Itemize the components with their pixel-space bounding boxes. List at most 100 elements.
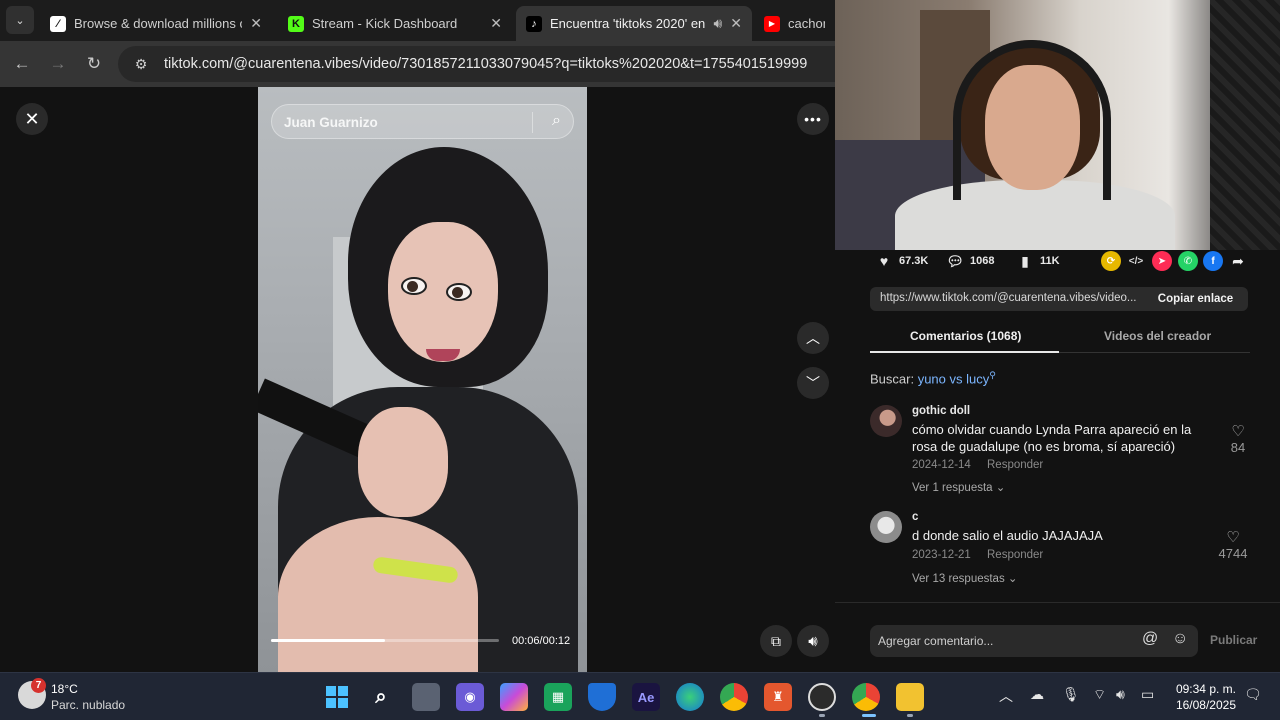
video-progress-fill (271, 639, 385, 642)
facebook-icon[interactable]: f (1203, 251, 1223, 271)
heart-outline-icon: ♡ (1231, 423, 1245, 440)
previous-video-button[interactable]: ︿ (797, 322, 829, 354)
tab-tiktok-search[interactable]: ♪ Encuentra 'tiktoks 2020' en 🔊︎ ✕ (516, 6, 752, 41)
whatsapp-icon[interactable]: ✆ (1178, 251, 1198, 271)
edge-icon[interactable] (676, 683, 704, 711)
battery-icon[interactable]: ▭ (1141, 686, 1154, 703)
defender-shield-icon[interactable] (588, 683, 616, 711)
save-stat[interactable]: ▮ 11K (1016, 252, 1059, 270)
like-stat[interactable]: ♥ 67.3K (875, 252, 929, 270)
comment-placeholder: Agregar comentario... (878, 634, 994, 648)
close-video-button[interactable]: ✕ (16, 103, 48, 135)
more-options-button[interactable]: ••• (797, 103, 829, 135)
search-button[interactable]: ⌕ (367, 683, 395, 711)
avatar[interactable] (870, 511, 902, 543)
comment-input[interactable]: Agregar comentario... @ ☺ (870, 625, 1198, 657)
tab-search-button[interactable]: ⌄ (6, 6, 34, 34)
chrome-profile-icon[interactable] (852, 683, 880, 711)
comment-author[interactable]: gothic doll (912, 405, 970, 417)
teams-icon[interactable]: ◉ (456, 683, 484, 711)
video-frame-eye (446, 283, 472, 301)
comment-author[interactable]: c (912, 511, 918, 523)
video-timecode: 00:06/00:12 (512, 635, 571, 647)
notification-icon[interactable]: 🗨︎ (1244, 686, 1262, 703)
webcam-overlay (835, 0, 1280, 250)
obs-icon[interactable] (808, 683, 836, 711)
video-player[interactable]: Juan Guarnizo ⌕ 00:06/00:12 (258, 87, 587, 672)
volume-button[interactable]: 🔊︎ (797, 625, 829, 657)
share-arrow-icon[interactable]: ➦ (1228, 251, 1248, 271)
speaker-icon[interactable]: 🔊︎ (713, 15, 722, 32)
repost-icon[interactable]: ⟳ (1101, 251, 1121, 271)
tab-kick-dashboard[interactable]: K Stream - Kick Dashboard ✕ (278, 6, 512, 41)
youtube-icon: ▶ (764, 15, 780, 32)
like-count: 67.3K (899, 255, 929, 267)
copy-link-button[interactable]: Copiar enlace (1143, 287, 1248, 311)
comment-like-count: 4744 (1218, 546, 1248, 561)
back-button[interactable]: ← (10, 52, 34, 76)
close-tab-icon[interactable]: ✕ (490, 15, 502, 32)
avatar[interactable] (870, 405, 902, 437)
chevron-down-icon: ⌄ (15, 14, 25, 27)
picture-in-picture-icon: ⧉ (771, 632, 781, 649)
clock-date: 16/08/2025 (1175, 698, 1236, 712)
weather-description: Parc. nublado (51, 698, 126, 712)
fl-studio-icon[interactable]: ♜ (764, 683, 792, 711)
comment-like-count: 84 (1230, 440, 1246, 455)
search-suggestion: Buscar: yuno vs lucy⚲ (870, 370, 996, 386)
arrow-left-icon: ← (13, 54, 31, 73)
publish-button[interactable]: Publicar (1210, 633, 1257, 647)
start-button[interactable] (323, 683, 351, 711)
weather-temperature: 18°C (51, 682, 78, 696)
microsoft-store-icon[interactable]: ▦ (544, 683, 572, 711)
view-replies-button[interactable]: Ver 1 respuesta ⌄ (912, 480, 1005, 494)
onedrive-icon[interactable]: ☁ (1030, 686, 1044, 703)
share-link-url[interactable]: https://www.tiktok.com/@cuarentena.vibes… (880, 292, 1145, 304)
share-link-row: https://www.tiktok.com/@cuarentena.vibes… (870, 287, 1248, 311)
volume-icon: 🔊︎ (808, 632, 818, 650)
search-icon: ⚲ (989, 370, 996, 380)
heart-outline-icon: ♡ (1226, 529, 1240, 546)
tab-title: Encuentra 'tiktoks 2020' en (550, 16, 706, 31)
comment-like-button[interactable]: ♡ 4744 (1213, 528, 1253, 561)
close-tab-icon[interactable]: ✕ (250, 15, 262, 32)
microphone-icon[interactable]: 🎙︎ (1062, 686, 1080, 703)
comment-like-button[interactable]: ♡ 84 (1223, 422, 1253, 455)
reload-button[interactable]: ↻ (82, 52, 106, 76)
search-icon[interactable]: ⌕ (552, 112, 561, 130)
show-hidden-icons-icon[interactable]: ︿ (999, 686, 1013, 706)
comment-stat[interactable]: 💬︎ 1068 (946, 252, 994, 270)
reply-button[interactable]: Responder (987, 459, 1043, 471)
mention-icon[interactable]: @ (1142, 630, 1158, 648)
wifi-icon[interactable]: ⌔ (1093, 686, 1106, 704)
tab-browse-download[interactable]: ⁄ Browse & download millions of ✕ (40, 6, 272, 41)
send-icon[interactable]: ➤ (1152, 251, 1172, 271)
next-video-button[interactable]: ﹀ (797, 367, 829, 399)
tab-comments[interactable]: Comentarios (1068) (910, 329, 1021, 343)
close-tab-icon[interactable]: ✕ (730, 15, 742, 32)
video-search-input[interactable]: Juan Guarnizo ⌕ (271, 104, 574, 139)
address-bar[interactable]: ⚙ tiktok.com/@cuarentena.vibes/video/730… (118, 46, 858, 82)
view-replies-button[interactable]: Ver 13 respuestas ⌄ (912, 571, 1018, 585)
search-suggestion-link[interactable]: yuno vs lucy (918, 371, 990, 386)
after-effects-icon[interactable]: Ae (632, 683, 660, 711)
emoji-icon[interactable]: ☺ (1172, 630, 1188, 648)
forward-button[interactable]: → (46, 52, 70, 76)
task-view-icon[interactable] (412, 683, 440, 711)
chevron-down-icon: ⌄ (995, 482, 1006, 494)
close-icon: ✕ (24, 108, 40, 129)
chrome-icon[interactable] (720, 683, 748, 711)
reply-button[interactable]: Responder (987, 549, 1043, 561)
embed-code-icon[interactable]: </> (1126, 251, 1146, 271)
floating-player-button[interactable]: ⧉ (760, 625, 792, 657)
chevron-down-icon: ﹀ (806, 375, 820, 391)
clock[interactable]: 09:34 p. m. 16/08/2025 (1170, 681, 1236, 713)
file-explorer-icon[interactable] (896, 683, 924, 711)
tab-creator-videos[interactable]: Videos del creador (1104, 329, 1211, 343)
volume-icon[interactable]: 🔊︎ (1116, 686, 1125, 703)
site-settings-icon[interactable]: ⚙ (126, 56, 156, 73)
tab-youtube[interactable]: ▶ cachondo (754, 6, 835, 41)
view-replies-label: Ver 1 respuesta (912, 482, 993, 494)
video-progress-bar[interactable] (271, 639, 499, 642)
copilot-icon[interactable] (500, 683, 528, 711)
